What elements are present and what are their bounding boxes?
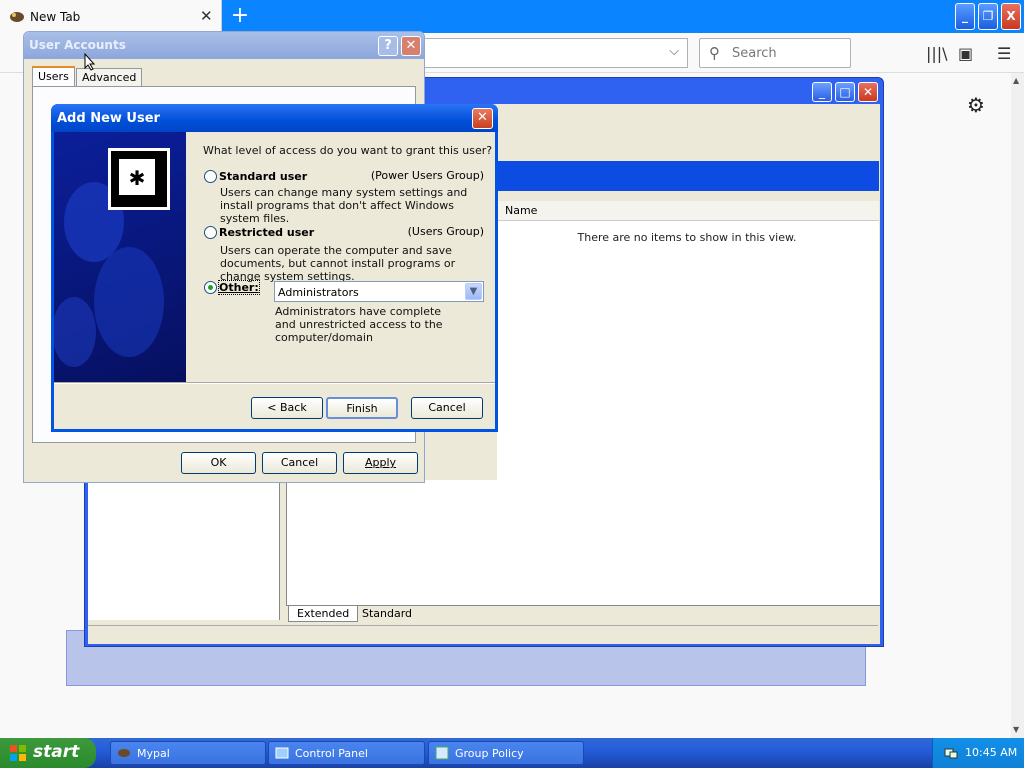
key-icon: ✱ xyxy=(108,148,170,210)
taskbar-item-group-policy[interactable]: Group Policy xyxy=(428,741,584,765)
add-new-user-body: ✱ What level of access do you want to gr… xyxy=(54,132,495,429)
library-icon[interactable]: |||\ xyxy=(926,44,948,63)
apply-button[interactable]: Apply xyxy=(343,452,418,474)
taskbar-item-label: Mypal xyxy=(137,747,170,760)
mmc-maximize-button[interactable]: □ xyxy=(835,82,855,102)
access-question: What level of access do you want to gran… xyxy=(203,144,493,157)
sidebar-icon[interactable]: ▣ xyxy=(958,44,973,63)
chevron-down-icon[interactable]: ⌵ xyxy=(669,44,679,59)
radio-other[interactable] xyxy=(204,281,217,294)
new-tab-button[interactable]: + xyxy=(228,3,252,29)
view-tabs: Extended Standard xyxy=(286,605,880,622)
radio-restricted-user[interactable] xyxy=(204,226,217,239)
mypal-favicon-icon xyxy=(10,12,24,22)
start-button[interactable]: start xyxy=(0,738,96,768)
page-scrollbar[interactable]: ▲ ▼ xyxy=(1011,73,1024,738)
mmc-close-button[interactable]: ✕ xyxy=(858,82,878,102)
close-window-button[interactable]: X xyxy=(1001,3,1021,30)
minimize-button[interactable]: _ xyxy=(955,3,975,30)
svg-text:✱: ✱ xyxy=(129,166,146,190)
anu-cancel-button[interactable]: Cancel xyxy=(411,397,483,419)
back-button[interactable]: < Back xyxy=(251,397,323,419)
add-new-user-dialog: Add New User ✕ ✱ What level of access do… xyxy=(51,104,498,432)
chevron-down-icon[interactable]: ▼ xyxy=(465,283,482,300)
tab-extended[interactable]: Extended xyxy=(288,606,359,622)
mypal-icon xyxy=(118,749,130,757)
group-restricted-user: (Users Group) xyxy=(407,225,484,238)
menu-icon[interactable]: ☰ xyxy=(997,44,1011,63)
details-header-band xyxy=(497,161,879,191)
wizard-separator xyxy=(54,382,495,384)
ua-close-button[interactable]: ✕ xyxy=(401,36,421,56)
search-placeholder: Search xyxy=(732,46,777,61)
anu-close-button[interactable]: ✕ xyxy=(472,108,493,129)
address-bar[interactable]: ⌵ xyxy=(420,38,688,68)
user-accounts-title: User Accounts xyxy=(29,38,126,52)
search-input[interactable]: ⚲ Search xyxy=(699,38,851,68)
search-icon: ⚲ xyxy=(709,44,720,62)
taskbar-item-label: Group Policy xyxy=(455,747,524,760)
clock[interactable]: 10:45 AM xyxy=(965,746,1017,759)
taskbar-item-control-panel[interactable]: Control Panel xyxy=(268,741,425,765)
column-header-name[interactable]: Name xyxy=(505,204,537,217)
label-restricted-user[interactable]: Restricted user xyxy=(219,226,314,239)
group-select-value: Administrators xyxy=(278,286,359,299)
scroll-down-icon[interactable]: ▼ xyxy=(1013,725,1019,734)
add-new-user-titlebar[interactable]: Add New User ✕ xyxy=(51,104,498,132)
radio-standard-user[interactable] xyxy=(204,170,217,183)
list-header: Name xyxy=(497,201,879,221)
mmc-minimize-button[interactable]: _ xyxy=(812,82,832,102)
group-policy-icon xyxy=(435,746,449,760)
desc-other: Administrators have complete and unrestr… xyxy=(275,305,443,344)
scroll-up-icon[interactable]: ▲ xyxy=(1013,76,1019,85)
network-icon[interactable] xyxy=(943,745,959,761)
group-standard-user: (Power Users Group) xyxy=(370,169,484,182)
control-panel-icon xyxy=(275,747,289,759)
tree-pane[interactable] xyxy=(88,480,280,620)
gear-icon[interactable]: ⚙ xyxy=(967,93,985,117)
system-tray: 10:45 AM xyxy=(932,738,1024,768)
details-pane[interactable] xyxy=(286,480,880,605)
status-bar xyxy=(88,625,878,643)
add-new-user-title: Add New User xyxy=(57,111,160,126)
label-other[interactable]: Other: xyxy=(218,280,260,295)
desc-standard-user: Users can change many system settings an… xyxy=(220,186,468,225)
ok-button[interactable]: OK xyxy=(181,452,256,474)
wizard-content: What level of access do you want to gran… xyxy=(186,132,495,382)
tab-standard[interactable]: Standard xyxy=(354,606,420,622)
finish-button[interactable]: Finish xyxy=(326,397,398,419)
cancel-button[interactable]: Cancel xyxy=(262,452,337,474)
help-button[interactable]: ? xyxy=(378,36,398,56)
tab-close-icon[interactable]: ✕ xyxy=(200,7,213,25)
desc-restricted-user: Users can operate the computer and save … xyxy=(220,244,456,283)
mouse-cursor-icon xyxy=(84,53,96,71)
tab-users[interactable]: Users xyxy=(32,66,75,87)
label-standard-user[interactable]: Standard user xyxy=(219,170,307,183)
wizard-side-banner: ✱ xyxy=(54,132,186,382)
group-select[interactable]: Administrators ▼ xyxy=(274,281,484,302)
browser-tab[interactable]: New Tab ✕ xyxy=(0,0,222,33)
start-label: start xyxy=(33,742,80,762)
taskbar-item-label: Control Panel xyxy=(295,747,368,760)
empty-list-message: There are no items to show in this view. xyxy=(577,231,797,244)
restore-button[interactable]: ❐ xyxy=(978,3,998,30)
windows-flag-icon xyxy=(10,745,26,761)
tab-title: New Tab xyxy=(30,10,81,24)
taskbar-item-mypal[interactable]: Mypal xyxy=(110,741,266,765)
